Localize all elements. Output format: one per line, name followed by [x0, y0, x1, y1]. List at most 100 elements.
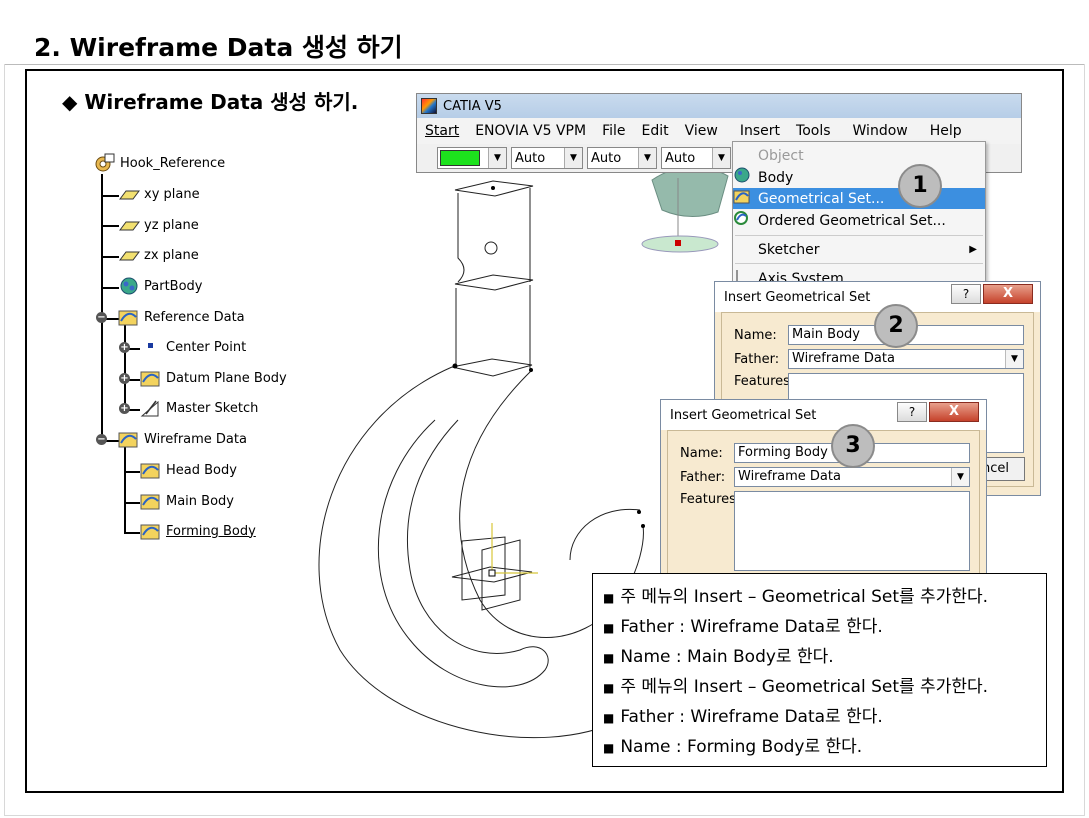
note-text: Name : Forming Body로 한다. [620, 737, 863, 757]
tree-node-label: zx plane [144, 247, 199, 263]
expand-icon[interactable]: + [119, 373, 130, 384]
dialog-titlebar: Insert Geometrical Set ? X [661, 400, 986, 430]
menu-tools[interactable]: Tools [788, 123, 839, 139]
father-select[interactable]: Wireframe Data ▼ [734, 467, 970, 487]
tree-node-main-body[interactable]: Main Body [140, 491, 234, 511]
tree-node-zx-plane[interactable]: zx plane [118, 245, 199, 265]
geometrical-set-icon [733, 190, 755, 207]
menu-window[interactable]: Window [839, 123, 916, 139]
father-value: Wireframe Data [792, 351, 895, 366]
collapse-icon[interactable]: − [96, 434, 107, 445]
menu-insert[interactable]: Insert [726, 123, 788, 139]
tree-node-label: Datum Plane Body [166, 370, 287, 386]
note-text: 주 메뉴의 Insert – Geometrical Set를 추가한다. [620, 587, 989, 607]
chevron-down-icon: ▼ [564, 148, 582, 168]
dialog-title: Insert Geometrical Set [724, 289, 871, 305]
geometrical-set-icon [140, 368, 162, 388]
tree-node-partbody[interactable]: PartBody [118, 276, 202, 296]
note-line: ■ Father : Wireframe Data로 한다. [603, 702, 1036, 732]
note-line: ■ Name : Main Body로 한다. [603, 642, 1036, 672]
tree-node-root[interactable]: Hook_Reference [94, 153, 225, 173]
partbody-icon [118, 276, 140, 296]
tree-node-label: Master Sketch [166, 400, 259, 416]
chevron-down-icon: ▼ [488, 148, 506, 168]
name-label: Name: [680, 446, 723, 461]
father-label: Father: [734, 352, 780, 367]
section-subtitle: ◆ Wireframe Data 생성 하기. [62, 86, 358, 115]
menu-item-geometrical-set[interactable]: Geometrical Set... [733, 188, 985, 209]
collapse-icon[interactable]: − [96, 312, 107, 323]
tree-node-label: Center Point [166, 339, 247, 355]
menu-item-label: Ordered Geometrical Set... [758, 212, 946, 229]
combo-value: Auto [665, 150, 696, 166]
tree-branch-reference [124, 325, 126, 411]
tree-node-master-sketch[interactable]: Master Sketch [140, 398, 258, 418]
tree-node-forming-body[interactable]: Forming Body [140, 521, 256, 541]
note-text: 주 메뉴의 Insert – Geometrical Set를 추가한다. [620, 677, 989, 697]
menu-start[interactable]: Start [417, 123, 467, 139]
father-value: Wireframe Data [738, 469, 841, 484]
tree-node-datum-plane-body[interactable]: Datum Plane Body [140, 368, 287, 388]
menu-help[interactable]: Help [916, 123, 970, 139]
help-button[interactable]: ? [951, 284, 981, 304]
geometrical-set-icon [118, 429, 140, 449]
tree-connector [124, 502, 140, 504]
step-badge-3: 3 [831, 424, 875, 468]
help-button[interactable]: ? [897, 402, 927, 422]
plane-icon [118, 245, 140, 265]
tree-node-label: Hook_Reference [120, 155, 226, 171]
point-symbol-combo[interactable]: Auto ▼ [661, 147, 731, 169]
menu-enovia[interactable]: ENOVIA V5 VPM [467, 123, 594, 139]
tree-node-head-body[interactable]: Head Body [140, 460, 237, 480]
note-line: ■ 주 메뉴의 Insert – Geometrical Set를 추가한다. [603, 672, 1036, 702]
tree-connector [101, 287, 119, 289]
menu-view[interactable]: View [677, 123, 726, 139]
part-gear-icon [94, 153, 116, 173]
note-text: Name : Main Body로 한다. [620, 647, 834, 667]
menu-edit[interactable]: Edit [634, 123, 677, 139]
linetype-combo[interactable]: Auto ▼ [511, 147, 583, 169]
tree-node-center-point[interactable]: Center Point [140, 337, 246, 357]
plane-icon [118, 215, 140, 235]
expand-icon[interactable]: + [119, 342, 130, 353]
tree-connector [101, 225, 119, 227]
menu-file[interactable]: File [594, 123, 633, 139]
tree-trunk [101, 174, 103, 440]
tree-branch-wireframe [124, 447, 126, 533]
tree-node-label: Main Body [166, 493, 234, 509]
catia-window-title: CATIA V5 [443, 98, 502, 114]
sketch-icon [140, 398, 162, 418]
menu-item-body[interactable]: Body [733, 167, 985, 188]
blank-icon [737, 148, 755, 164]
geometrical-set-icon [140, 521, 162, 541]
tree-node-wireframe-data[interactable]: Wireframe Data [118, 429, 247, 449]
catia-titlebar: CATIA V5 [417, 94, 1021, 118]
tree-node-label: Forming Body [166, 523, 256, 539]
body-icon [734, 167, 755, 186]
color-combo[interactable]: ▼ [437, 147, 507, 169]
features-label: Features: [734, 374, 795, 389]
tree-node-xy-plane[interactable]: xy plane [118, 184, 200, 204]
father-select[interactable]: Wireframe Data ▼ [788, 349, 1024, 369]
combo-value: Auto [515, 150, 546, 166]
tree-connector [124, 471, 140, 473]
square-bullet-icon: ■ [603, 741, 615, 755]
close-button[interactable]: X [983, 284, 1033, 304]
features-list[interactable] [734, 491, 970, 571]
color-swatch [440, 150, 480, 166]
menu-item-ordered-geometrical-set[interactable]: Ordered Geometrical Set... [733, 210, 985, 231]
expand-icon[interactable]: + [119, 403, 130, 414]
tree-node-yz-plane[interactable]: yz plane [118, 215, 199, 235]
menu-item-label: Sketcher [758, 241, 820, 258]
square-bullet-icon: ■ [603, 591, 615, 605]
tree-connector [124, 532, 140, 534]
tree-node-reference-data[interactable]: Reference Data [118, 307, 245, 327]
close-button[interactable]: X [929, 402, 979, 422]
father-label: Father: [680, 470, 726, 485]
tree-connector [101, 256, 119, 258]
plane-icon [118, 184, 140, 204]
submenu-arrow-icon: ▶ [969, 244, 977, 255]
menu-item-axis-system[interactable]: Axis System... [733, 268, 985, 281]
thickness-combo[interactable]: Auto ▼ [587, 147, 657, 169]
menu-item-sketcher[interactable]: Sketcher ▶ [733, 239, 985, 260]
